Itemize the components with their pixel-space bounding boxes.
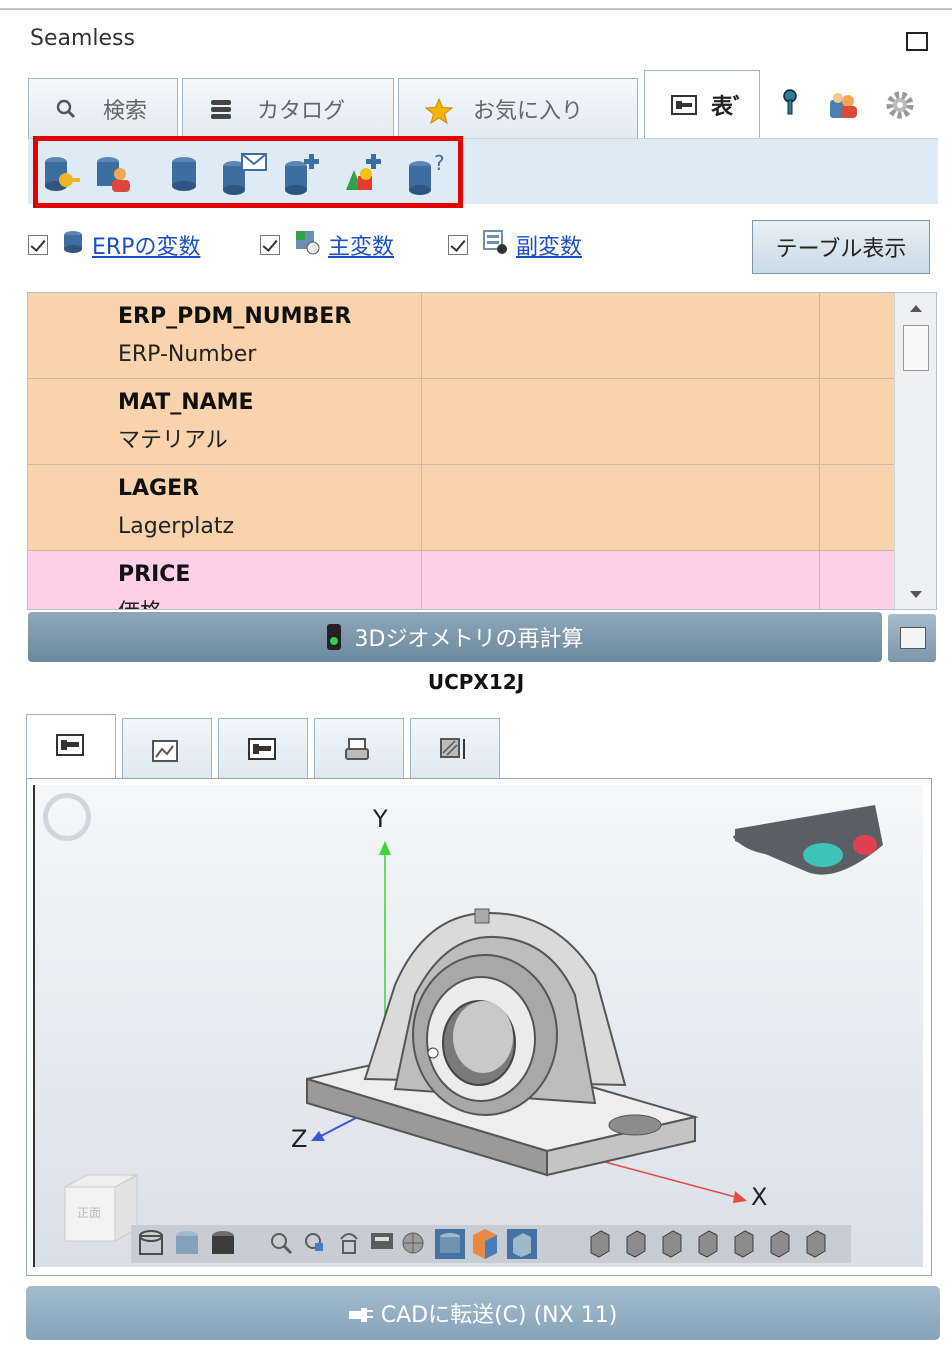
viewer-tab-view-2[interactable] — [218, 718, 308, 780]
main-variables-link[interactable]: 主変数 — [328, 229, 394, 261]
solid-cube-icon[interactable] — [507, 1229, 537, 1259]
tab-label: カタログ — [257, 98, 346, 124]
star-icon — [424, 97, 454, 124]
table-row[interactable]: LAGER Lagerplatz — [28, 465, 894, 551]
view-right-icon[interactable] — [698, 1230, 718, 1258]
tab-label: 表ﾞ — [711, 94, 745, 120]
transfer-to-cad-button[interactable]: CADに転送(C) (NX 11) — [26, 1286, 940, 1340]
main-variable-icon — [294, 229, 320, 261]
model-viewer: Y X Z 正面 — [26, 778, 932, 1276]
3d-viewport[interactable]: Y X Z 正面 — [33, 785, 923, 1267]
variable-name: LAGER — [118, 476, 200, 501]
z-axis-label: Z — [291, 1125, 307, 1153]
zoom-fit-icon[interactable] — [305, 1233, 323, 1251]
main-checkbox[interactable] — [260, 235, 280, 255]
scroll-thumb[interactable] — [903, 325, 929, 371]
tab-label: 検索 — [103, 98, 148, 124]
print-icon — [343, 737, 373, 763]
rotate-icon[interactable] — [340, 1233, 358, 1254]
view-icon — [671, 94, 697, 116]
variable-label: 価格 — [118, 593, 421, 609]
3d-glasses-icon[interactable] — [732, 805, 883, 875]
tab-search[interactable]: 検索 — [28, 78, 178, 138]
users-icon[interactable] — [826, 90, 862, 120]
gear-icon[interactable] — [882, 88, 918, 122]
tab-catalog[interactable]: カタログ — [182, 78, 394, 138]
plug-icon — [348, 1304, 373, 1322]
sub-variable-icon — [482, 229, 508, 261]
recalculate-label: 3Dジオメトリの再計算 — [354, 627, 584, 652]
table-view-button[interactable]: テーブル表示 — [752, 220, 930, 274]
shaded-cylinder-icon[interactable] — [176, 1231, 198, 1254]
variable-label: Lagerplatz — [118, 514, 235, 539]
dark-cylinder-icon[interactable] — [212, 1231, 234, 1254]
sub-variables-link[interactable]: 副変数 — [516, 229, 582, 261]
zoom-icon[interactable] — [271, 1233, 293, 1255]
sub-variables-filter[interactable]: 副変数 — [448, 228, 582, 262]
variable-label: ERP-Number — [118, 342, 257, 367]
view-bottom-icon[interactable] — [770, 1230, 790, 1258]
viewcube-front-label: 正面 — [77, 1206, 101, 1220]
traffic-light-icon — [326, 624, 341, 650]
view-back-icon[interactable] — [626, 1230, 646, 1258]
tab-label: お気に入り — [473, 98, 584, 124]
sub-checkbox[interactable] — [448, 235, 468, 255]
view-icon — [55, 733, 85, 759]
table-panel-button[interactable] — [888, 614, 936, 662]
view-left-icon[interactable] — [662, 1230, 682, 1258]
erp-variables-link[interactable]: ERPの変数 — [92, 229, 200, 261]
bearing-model[interactable]: Y X Z — [35, 785, 923, 1267]
y-axis-label: Y — [372, 805, 388, 833]
viewer-tab-edit-image[interactable] — [122, 718, 212, 780]
viewer-tab-view[interactable] — [26, 714, 116, 780]
app-title: Seamless — [30, 26, 135, 51]
viewer-tab-print[interactable] — [314, 718, 404, 780]
database-icon — [62, 229, 84, 261]
viewer-tab-hatch[interactable] — [410, 718, 500, 780]
table-row[interactable]: MAT_NAME マテリアル — [28, 379, 894, 465]
variable-label: マテリアル — [118, 428, 228, 453]
toolbar-highlight — [33, 136, 463, 208]
view-iso-icon[interactable] — [806, 1230, 826, 1258]
mesh-icon[interactable] — [402, 1232, 424, 1254]
cylinder-toggle-icon[interactable] — [435, 1229, 465, 1259]
variable-value[interactable] — [422, 293, 820, 379]
tab-view[interactable]: 表ﾞ — [644, 70, 760, 138]
color-cube-icon[interactable] — [473, 1229, 497, 1259]
view-icon — [247, 737, 277, 763]
edit-image-icon — [151, 737, 181, 763]
hatch-dimension-icon — [439, 737, 469, 763]
view-front-icon[interactable] — [590, 1230, 610, 1258]
view-top-icon[interactable] — [734, 1230, 754, 1258]
variable-value[interactable] — [422, 551, 820, 609]
part-number: UCPX12J — [427, 670, 525, 694]
catalog-icon — [209, 98, 235, 120]
table-row[interactable]: ERP_PDM_NUMBER ERP-Number — [28, 293, 894, 379]
variable-name: ERP_PDM_NUMBER — [118, 304, 352, 329]
maximize-icon[interactable] — [906, 32, 928, 51]
variable-name: MAT_NAME — [118, 390, 254, 415]
view-toolbar — [131, 1225, 851, 1263]
top-divider — [0, 8, 952, 10]
erp-variables-filter[interactable]: ERPの変数 — [28, 228, 200, 262]
recalculate-geometry-button[interactable]: 3Dジオメトリの再計算 — [28, 612, 882, 662]
wireframe-cylinder-icon[interactable] — [139, 1230, 163, 1255]
search-icon — [55, 98, 81, 120]
table-scrollbar[interactable] — [894, 293, 936, 609]
main-variables-filter[interactable]: 主変数 — [260, 228, 394, 262]
cad-button-label: CADに転送(C) (NX 11) — [380, 1303, 618, 1328]
tab-favorites[interactable]: お気に入り — [398, 78, 638, 138]
section-view-icon[interactable] — [371, 1233, 393, 1249]
scroll-up-icon[interactable] — [895, 293, 936, 319]
variable-value[interactable] — [422, 379, 820, 465]
table-row[interactable]: PRICE 価格 — [28, 551, 894, 609]
scroll-down-icon[interactable] — [895, 583, 936, 609]
x-axis-label: X — [751, 1183, 767, 1211]
variable-value[interactable] — [422, 465, 820, 551]
variables-table: ERP_PDM_NUMBER ERP-Number MAT_NAME マテリアル L… — [27, 292, 937, 610]
variable-name: PRICE — [118, 562, 191, 587]
pin-icon[interactable] — [778, 88, 802, 118]
erp-checkbox[interactable] — [28, 235, 48, 255]
